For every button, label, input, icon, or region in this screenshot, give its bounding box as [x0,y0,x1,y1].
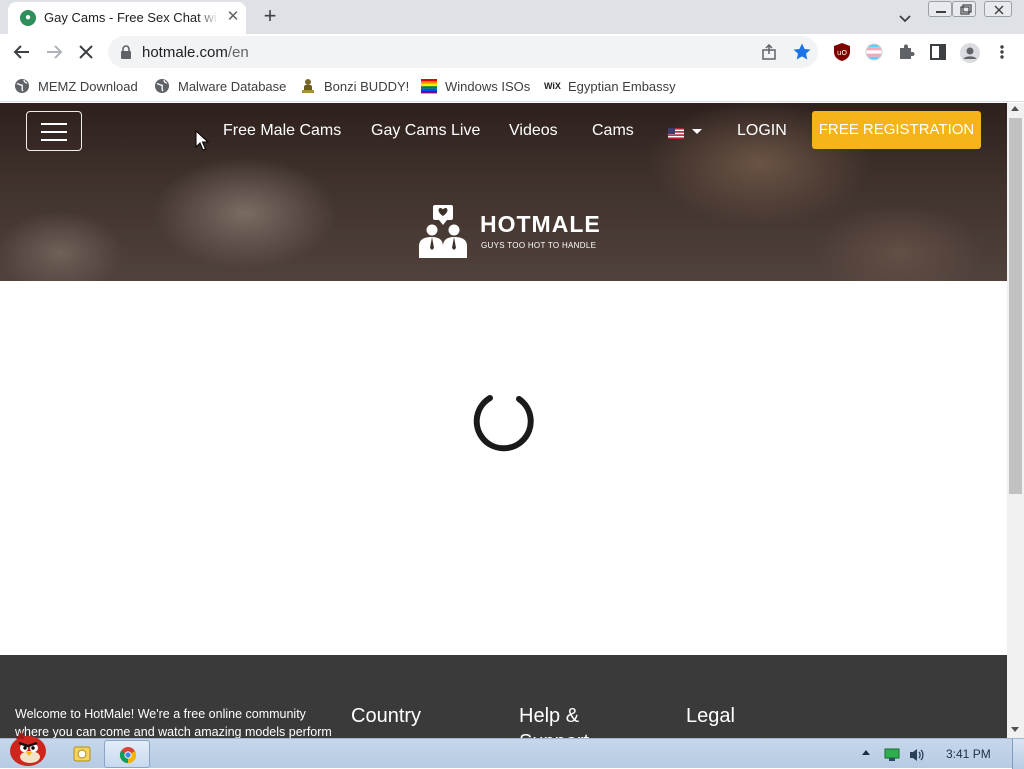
scroll-up-arrow-icon[interactable] [1011,106,1019,111]
trans-flag-extension-icon[interactable] [864,42,884,62]
footer-heading-help-support: Help & Support [519,705,589,738]
hotmale-logo-icon [419,205,467,258]
close-window-button[interactable] [984,1,1012,17]
side-panel-icon[interactable] [928,42,948,62]
profile-avatar-icon[interactable] [959,42,980,63]
scrollbar-thumb[interactable] [1009,118,1022,494]
bookmark-malware-database[interactable]: Malware Database [154,76,286,96]
us-flag-icon[interactable] [668,128,684,139]
bookmark-bonzi-buddy[interactable]: Bonzi BUDDY! [300,76,409,96]
svg-text:uO: uO [837,49,847,57]
rainbow-flag-icon [421,78,437,94]
browser-tab[interactable]: ● Gay Cams - Free Sex Chat with ✕ [8,2,246,34]
close-tab-icon[interactable]: ✕ [224,8,242,26]
free-registration-button[interactable]: FREE REGISTRATION [812,111,981,149]
tab-search-chevron-icon[interactable] [896,9,914,27]
menu-bar-line [41,139,67,141]
logo-tagline: GUYS TOO HOT TO HANDLE [481,241,597,250]
network-icon[interactable] [884,748,900,762]
bookmark-windows-isos[interactable]: Windows ISOs [421,76,530,96]
tab-strip: ● Gay Cams - Free Sex Chat with ✕ + [0,0,1024,34]
footer-welcome-text: Welcome to HotMale! We're a free online … [15,707,332,738]
chrome-menu-icon[interactable] [994,42,1014,62]
url-domain: hotmale.com [142,44,228,61]
bookmark-star-icon[interactable] [792,42,812,62]
back-button[interactable] [11,41,33,63]
minimize-window-button[interactable] [928,1,952,17]
language-dropdown-caret-icon[interactable] [692,129,702,134]
bookmarks-bar: MEMZ Download Malware Database Bonzi BUD… [0,70,1024,102]
menu-bar-line [41,123,67,125]
bonzi-icon [300,78,316,94]
bookmark-label: Malware Database [178,78,287,94]
extensions-puzzle-icon[interactable] [896,42,916,62]
loading-spinner-icon [473,395,534,452]
windows-taskbar: 3:41 PM [0,731,1024,769]
bookmark-label: Bonzi BUDDY! [324,78,410,94]
chrome-logo-icon [119,747,137,764]
forward-button[interactable] [43,41,65,63]
new-tab-button[interactable]: + [258,5,282,29]
show-hidden-icons-arrow[interactable] [862,750,870,755]
nav-free-male-cams[interactable]: Free Male Cams [223,122,341,140]
lock-icon[interactable] [120,45,132,59]
file-explorer-taskbar-icon[interactable] [62,741,100,767]
tab-title-fade [198,8,218,28]
volume-icon[interactable] [908,747,926,763]
bookmark-label: MEMZ Download [38,78,138,94]
site-favicon-icon: ● [20,10,36,26]
chrome-taskbar-button[interactable] [104,740,150,768]
bookmark-label: Windows ISOs [445,78,531,94]
taskbar-clock[interactable]: 3:41 PM [946,747,991,761]
nav-gay-cams-live[interactable]: Gay Cams Live [371,122,480,140]
bookmark-memz-download[interactable]: MEMZ Download [14,76,138,96]
url-path: /en [227,44,249,61]
url-text[interactable]: hotmale.com/en [142,44,249,61]
login-link[interactable]: LOGIN [737,122,787,140]
page-scrollbar[interactable] [1007,103,1024,738]
share-icon[interactable] [760,43,778,61]
hamburger-menu-button[interactable] [26,111,82,151]
footer-heading-legal: Legal [686,705,735,727]
site-footer: Welcome to HotMale! We're a free online … [0,655,1007,738]
start-button-angry-bird-icon[interactable] [6,729,50,767]
ublock-origin-icon[interactable]: uO [832,42,852,62]
globe-icon [154,78,170,94]
show-desktop-button[interactable] [1012,739,1024,769]
logo-wordmark: HOTMALE [480,211,601,237]
mouse-cursor-icon [195,130,209,151]
address-bar[interactable]: hotmale.com/en [108,36,818,68]
page-viewport: Free Male Cams Gay Cams Live Videos Cams… [0,103,1007,738]
bookmark-label: Egyptian Embassy [568,78,676,94]
browser-toolbar: hotmale.com/en uO [0,34,1024,70]
wix-icon: WiX [544,81,561,91]
nav-cams[interactable]: Cams [592,122,634,140]
footer-heading-country: Country [351,705,422,727]
globe-icon [14,78,30,94]
tab-title: Gay Cams - Free Sex Chat with [44,10,216,25]
nav-videos[interactable]: Videos [509,122,558,140]
restore-window-button[interactable] [952,1,976,17]
stop-loading-button[interactable] [75,41,97,63]
bookmark-egyptian-embassy[interactable]: WiX Egyptian Embassy [544,76,676,96]
scroll-down-arrow-icon[interactable] [1011,727,1019,732]
menu-bar-line [41,131,67,133]
